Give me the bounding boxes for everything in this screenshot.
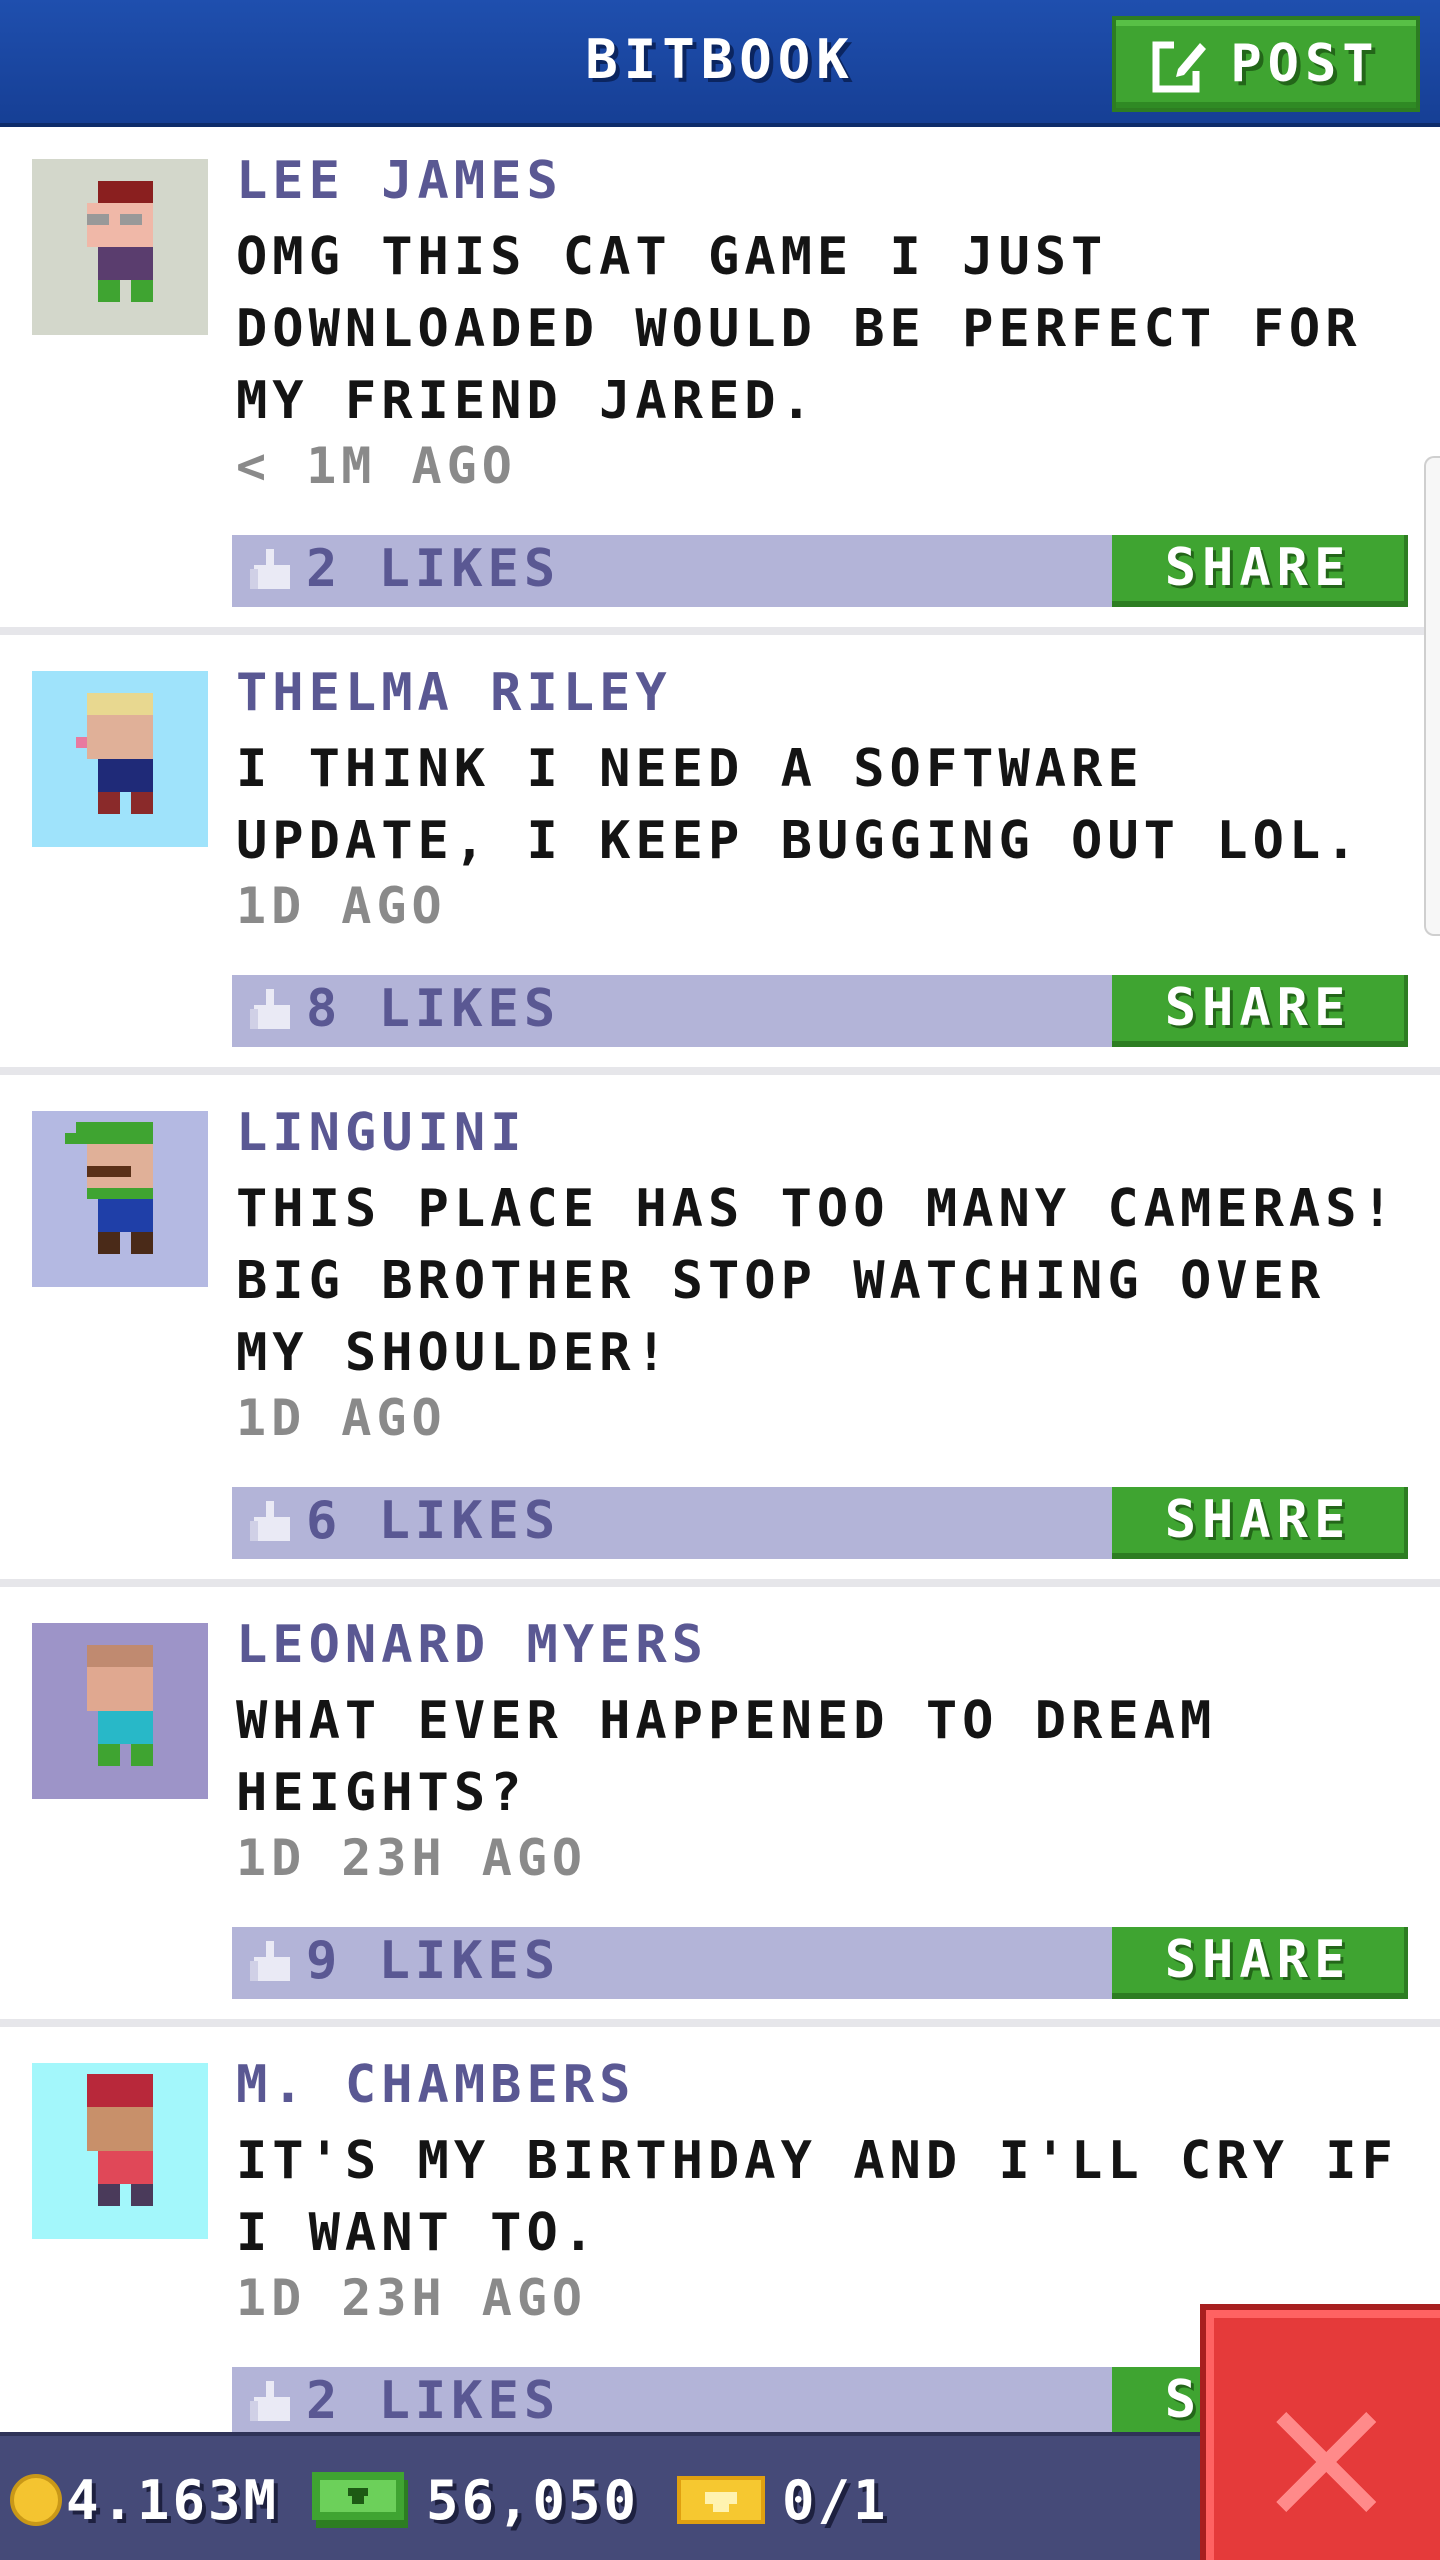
likes-bar: 6 LIKES SHARE	[232, 1487, 1408, 1559]
tickets-stat: 0/1	[676, 2436, 889, 2560]
post-time: 1D AGO	[236, 877, 447, 935]
share-button[interactable]: SHARE	[1112, 1927, 1408, 1999]
avatar[interactable]	[32, 671, 208, 847]
likes-bar: 2 LIKES SHARE	[232, 535, 1408, 607]
close-button[interactable]	[1200, 2304, 1440, 2560]
likes-count: 2 LIKES	[306, 539, 561, 599]
coins-stat: 4.163M	[10, 2436, 279, 2560]
top-header: BITBOOK POST	[0, 0, 1440, 127]
post-text: OMG THIS CAT GAME I JUST DOWNLOADED WOUL…	[236, 227, 1362, 431]
coins-value: 4.163M	[66, 2468, 280, 2532]
close-icon	[1266, 2402, 1386, 2522]
post-button-label: POST	[1230, 34, 1380, 94]
post-author[interactable]: M. CHAMBERS	[236, 2055, 635, 2115]
post-divider	[0, 2019, 1440, 2027]
thumbs-up-icon[interactable]	[250, 1501, 294, 1545]
post-author[interactable]: LEE JAMES	[236, 151, 563, 211]
post-author[interactable]: LINGUINI	[236, 1103, 526, 1163]
avatar[interactable]	[32, 159, 208, 335]
likes-count: 9 LIKES	[306, 1931, 561, 1991]
avatar[interactable]	[32, 1111, 208, 1287]
post-author[interactable]: LEONARD MYERS	[236, 1615, 708, 1675]
thumbs-up-icon[interactable]	[250, 989, 294, 1033]
post-divider	[0, 1579, 1440, 1587]
likes-bar: 9 LIKES SHARE	[232, 1927, 1408, 1999]
avatar[interactable]	[32, 1623, 208, 1799]
share-button[interactable]: SHARE	[1112, 975, 1408, 1047]
post-time: 1D 23H AGO	[236, 2269, 588, 2327]
post-text: THIS PLACE HAS TOO MANY CAMERAS! BIG BRO…	[236, 1179, 1398, 1383]
share-button[interactable]: SHARE	[1112, 535, 1408, 607]
post-author[interactable]: THELMA RILEY	[236, 663, 672, 723]
post-time: 1D AGO	[236, 1389, 447, 1447]
scrollbar[interactable]	[1424, 456, 1440, 936]
ticket-icon	[676, 2468, 766, 2532]
post-text: I THINK I NEED A SOFTWARE UPDATE, I KEEP…	[236, 739, 1362, 871]
bux-stat: 56,050	[312, 2436, 639, 2560]
thumbs-up-icon[interactable]	[250, 1941, 294, 1985]
coin-icon	[10, 2474, 62, 2526]
post-divider	[0, 1067, 1440, 1075]
likes-bar: 8 LIKES SHARE	[232, 975, 1408, 1047]
share-button[interactable]: SHARE	[1112, 1487, 1408, 1559]
post-time: 1D 23H AGO	[236, 1829, 588, 1887]
tickets-value: 0/1	[782, 2468, 889, 2532]
likes-count: 6 LIKES	[306, 1491, 561, 1551]
bux-value: 56,050	[426, 2468, 640, 2532]
edit-icon	[1152, 35, 1210, 93]
post-button[interactable]: POST	[1112, 16, 1420, 112]
thumbs-up-icon[interactable]	[250, 2381, 294, 2425]
likes-count: 8 LIKES	[306, 979, 561, 1039]
avatar[interactable]	[32, 2063, 208, 2239]
likes-count: 2 LIKES	[306, 2371, 561, 2431]
post-time: < 1M AGO	[236, 437, 517, 495]
thumbs-up-icon[interactable]	[250, 549, 294, 593]
post-text: IT'S MY BIRTHDAY AND I'LL CRY IF I WANT …	[236, 2131, 1398, 2263]
post-text: WHAT EVER HAPPENED TO DREAM HEIGHTS?	[236, 1691, 1217, 1823]
bux-icon	[312, 2468, 412, 2532]
post-divider	[0, 627, 1440, 635]
